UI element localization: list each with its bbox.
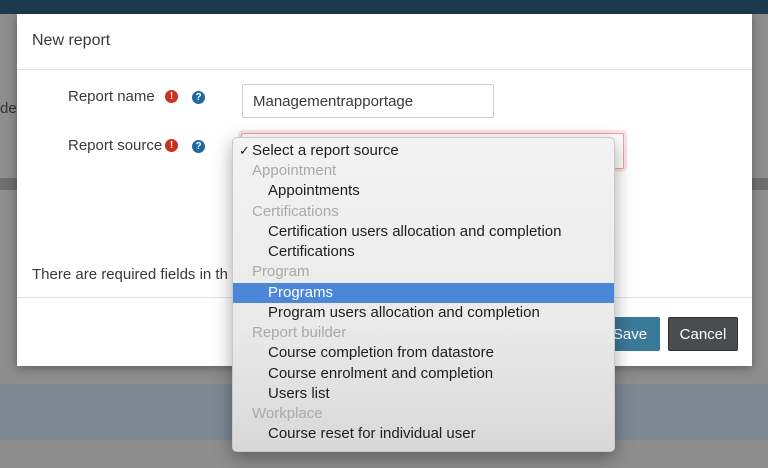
dropdown-option[interactable]: Certifications	[233, 242, 614, 262]
dropdown-option[interactable]: Users list	[233, 384, 614, 404]
dropdown-option-placeholder[interactable]: ✓ Select a report source	[233, 141, 614, 161]
page-top-bar	[0, 0, 768, 14]
dropdown-option-highlighted[interactable]: Programs	[233, 283, 614, 303]
dropdown-option[interactable]: Program users allocation and completion	[233, 303, 614, 323]
dropdown-option[interactable]: Course reset for individual user	[233, 424, 614, 444]
report-source-dropdown[interactable]: ✓ Select a report source Appointment App…	[232, 137, 615, 452]
optgroup-label: Program	[252, 263, 310, 280]
dropdown-option[interactable]: Course enrolment and completion	[233, 364, 614, 384]
required-fields-note: There are required fields in th	[32, 266, 228, 283]
dropdown-option[interactable]: Appointments	[233, 181, 614, 201]
dropdown-option[interactable]: Course completion from datastore	[233, 343, 614, 363]
modal-title: New report	[32, 32, 111, 49]
help-icon[interactable]: ?	[192, 91, 205, 104]
option-label: Select a report source	[252, 142, 399, 159]
optgroup-label: Workplace	[252, 405, 323, 422]
required-icon: !	[165, 90, 178, 103]
optgroup-label: Report builder	[252, 324, 347, 341]
optgroup-label: Certifications	[252, 203, 339, 220]
help-icon[interactable]: ?	[192, 140, 205, 153]
optgroup-label: Appointment	[252, 162, 337, 179]
required-icon: !	[165, 139, 178, 152]
report-source-label: Report source	[68, 137, 163, 154]
cancel-button[interactable]: Cancel	[668, 317, 738, 351]
dropdown-option[interactable]: Certification users allocation and compl…	[233, 222, 614, 242]
report-name-input[interactable]	[242, 84, 494, 118]
checkmark-icon: ✓	[239, 143, 250, 158]
modal-header: New report	[17, 14, 752, 70]
report-name-label: Report name	[68, 88, 155, 105]
